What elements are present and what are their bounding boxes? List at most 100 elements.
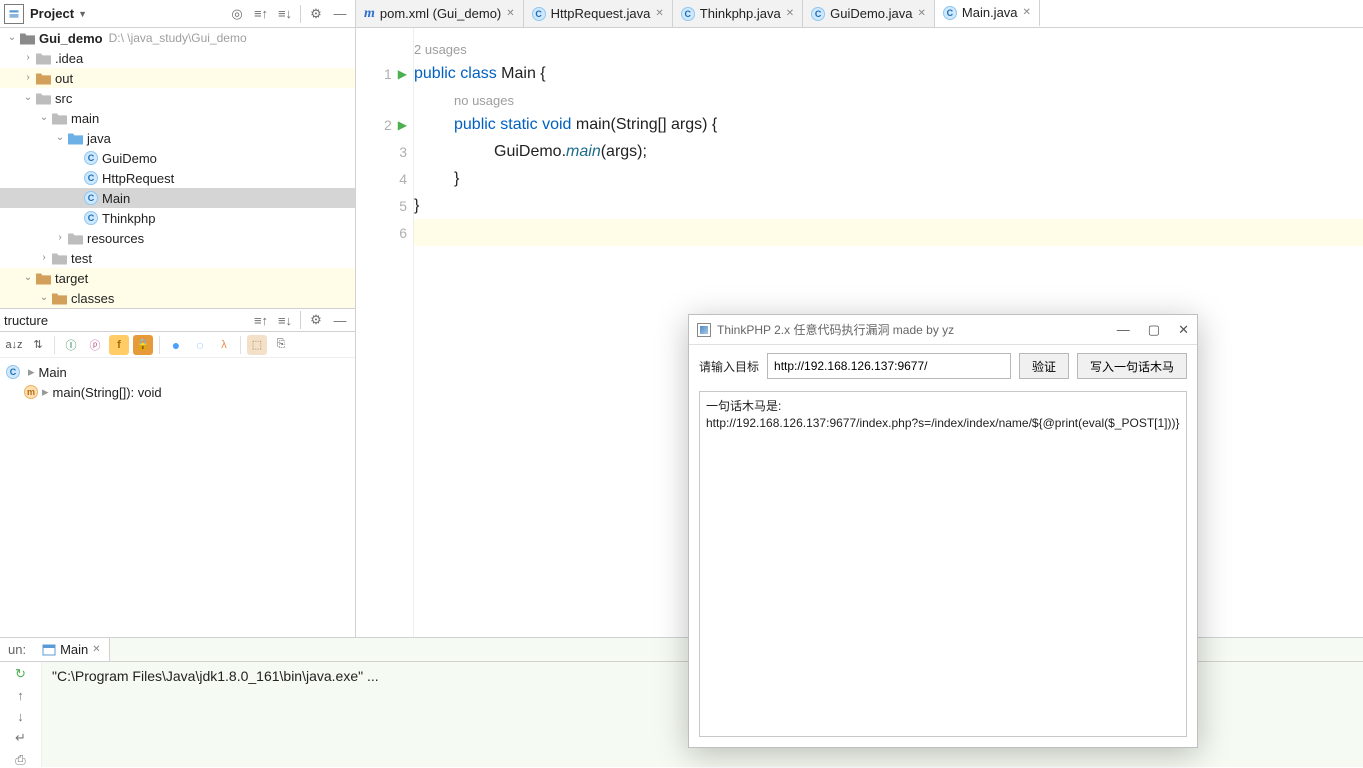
show-lambda-icon[interactable]: λ xyxy=(214,335,234,355)
soft-wrap-icon[interactable]: ↵ xyxy=(11,730,31,746)
verify-button[interactable]: 验证 xyxy=(1019,353,1069,379)
structure-panel-title: tructure xyxy=(4,313,48,328)
class-icon: C xyxy=(811,7,825,21)
show-inherited-icon[interactable]: ⎘ xyxy=(271,335,291,355)
tree-item-httprequest[interactable]: CHttpRequest xyxy=(0,168,355,188)
chevron-right-icon[interactable] xyxy=(20,50,36,66)
tab-thinkphp[interactable]: CThinkphp.java✕ xyxy=(673,0,803,27)
chevron-down-icon[interactable] xyxy=(20,90,36,106)
settings-icon[interactable]: ⚙ xyxy=(307,311,325,329)
tab-label: Main.java xyxy=(962,5,1018,20)
expand-all-icon[interactable]: ≡↑ xyxy=(252,311,270,329)
run-gutter-icon[interactable]: ▶ xyxy=(398,67,407,81)
autoscroll-to-source-icon[interactable]: ● xyxy=(166,335,186,355)
dialog-titlebar[interactable]: ThinkPHP 2.x 任意代码执行漏洞 made by yz — ▢ ✕ xyxy=(689,315,1197,345)
tree-item-src[interactable]: src xyxy=(0,88,355,108)
show-anonymous-icon[interactable]: ⬚ xyxy=(247,335,267,355)
close-icon[interactable]: ✕ xyxy=(1178,322,1189,338)
sort-alpha-icon[interactable]: a↓z xyxy=(4,335,24,355)
maximize-icon[interactable]: ▢ xyxy=(1148,322,1160,338)
class-icon: C xyxy=(84,191,98,205)
tree-item-thinkphp[interactable]: CThinkphp xyxy=(0,208,355,228)
tab-main[interactable]: C Main.java ✕ xyxy=(935,0,1040,27)
chevron-right-icon[interactable] xyxy=(52,230,68,246)
structure-tree[interactable]: C ▸ Main m ▸ main(String[]): void xyxy=(0,358,355,406)
show-properties-icon[interactable]: ⓟ xyxy=(85,335,105,355)
tree-item-main-class[interactable]: CMain xyxy=(0,188,355,208)
tree-label: resources xyxy=(87,231,144,246)
structure-class[interactable]: C ▸ Main xyxy=(6,362,349,382)
module-icon xyxy=(20,32,35,45)
line-number: 4 xyxy=(399,171,407,187)
tree-item-java[interactable]: java xyxy=(0,128,355,148)
collapse-all-icon[interactable]: ≡↓ xyxy=(276,5,294,23)
chevron-down-icon[interactable] xyxy=(20,270,36,286)
tree-item-resources[interactable]: resources xyxy=(0,228,355,248)
dialog-output[interactable]: 一句话木马是: http://192.168.126.137:9677/inde… xyxy=(699,391,1187,737)
close-icon[interactable]: ✕ xyxy=(786,8,794,19)
run-tab-main[interactable]: Main ✕ xyxy=(34,638,110,661)
show-fields-icon[interactable]: f xyxy=(109,335,129,355)
class-icon: C xyxy=(943,6,957,20)
settings-icon[interactable]: ⚙ xyxy=(307,5,325,23)
usage-hint[interactable]: no usages xyxy=(454,93,514,108)
folder-icon xyxy=(52,252,67,265)
tab-httprequest[interactable]: CHttpRequest.java✕ xyxy=(524,0,673,27)
down-icon[interactable]: ↓ xyxy=(11,709,31,724)
sort-visibility-icon[interactable]: ⇅ xyxy=(28,335,48,355)
write-shell-button[interactable]: 写入一句话木马 xyxy=(1077,353,1187,379)
tree-item-test[interactable]: test xyxy=(0,248,355,268)
show-nonpublic-icon[interactable]: 🔒 xyxy=(133,335,153,355)
chevron-down-icon[interactable] xyxy=(52,130,68,146)
tree-label: GuiDemo xyxy=(102,151,157,166)
tree-item-classes[interactable]: classes xyxy=(0,288,355,308)
output-line: http://192.168.126.137:9677/index.php?s=… xyxy=(706,415,1180,432)
usage-hint[interactable]: 2 usages xyxy=(414,42,467,57)
structure-method[interactable]: m ▸ main(String[]): void xyxy=(6,382,349,402)
project-panel-title[interactable]: Project xyxy=(30,6,74,21)
tree-label: java xyxy=(87,131,111,146)
tree-label: out xyxy=(55,71,73,86)
close-icon[interactable]: ✕ xyxy=(1023,7,1031,18)
up-icon[interactable]: ↑ xyxy=(11,688,31,703)
tree-item-guidemo[interactable]: CGuiDemo xyxy=(0,148,355,168)
select-opened-icon[interactable]: ◎ xyxy=(228,5,246,23)
tab-label: HttpRequest.java xyxy=(551,6,651,21)
project-icon xyxy=(4,4,24,24)
hide-icon[interactable]: — xyxy=(331,311,349,329)
close-icon[interactable]: ✕ xyxy=(655,8,663,19)
minimize-icon[interactable]: — xyxy=(1117,322,1130,338)
project-tree[interactable]: Gui_demo D:\ \java_study\Gui_demo .idea … xyxy=(0,28,355,308)
folder-icon xyxy=(36,52,51,65)
class-icon: C xyxy=(681,7,695,21)
close-icon[interactable]: ✕ xyxy=(506,8,514,19)
rerun-icon[interactable]: ↻ xyxy=(11,666,31,682)
tree-item-main[interactable]: main xyxy=(0,108,355,128)
close-icon[interactable]: ✕ xyxy=(92,644,100,655)
tree-item-idea[interactable]: .idea xyxy=(0,48,355,68)
method-icon: m xyxy=(24,385,38,399)
tree-root[interactable]: Gui_demo D:\ \java_study\Gui_demo xyxy=(0,28,355,48)
chevron-right-icon[interactable] xyxy=(20,70,36,86)
run-gutter-icon[interactable]: ▶ xyxy=(398,118,407,132)
chevron-down-icon[interactable] xyxy=(36,110,52,126)
autoscroll-from-source-icon[interactable]: ○ xyxy=(190,335,210,355)
close-icon[interactable]: ✕ xyxy=(918,8,926,19)
tab-guidemo[interactable]: CGuiDemo.java✕ xyxy=(803,0,935,27)
project-dropdown-icon[interactable]: ▼ xyxy=(78,9,87,19)
hide-icon[interactable]: — xyxy=(331,5,349,23)
chevron-down-icon[interactable] xyxy=(36,290,52,306)
line-number: 2 xyxy=(384,117,392,133)
show-interfaces-icon[interactable]: Ⓘ xyxy=(61,335,81,355)
chevron-down-icon[interactable] xyxy=(4,30,20,46)
url-input[interactable] xyxy=(767,353,1011,379)
tree-item-out[interactable]: out xyxy=(0,68,355,88)
chevron-right-icon[interactable] xyxy=(36,250,52,266)
collapse-all-icon[interactable]: ≡↓ xyxy=(276,311,294,329)
tree-item-target[interactable]: target xyxy=(0,268,355,288)
dialog-input-row: 请输入目标 验证 写入一句话木马 xyxy=(689,345,1197,387)
tab-pom[interactable]: mpom.xml (Gui_demo)✕ xyxy=(356,0,524,27)
print-icon[interactable]: ⎙ xyxy=(11,752,31,768)
expand-all-icon[interactable]: ≡↑ xyxy=(252,5,270,23)
dialog-thinkphp[interactable]: ThinkPHP 2.x 任意代码执行漏洞 made by yz — ▢ ✕ 请… xyxy=(688,314,1198,748)
